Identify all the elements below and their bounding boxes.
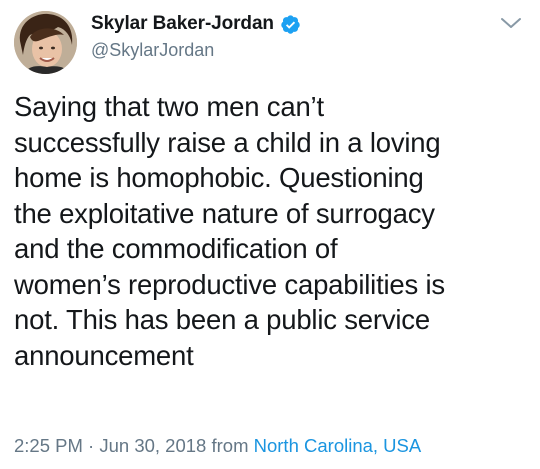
tweet-text-line: Saying that two men can’t [14,91,324,122]
tweet-text-line: announcement [14,339,194,371]
verified-badge-icon [281,14,300,34]
from-label: from [211,435,249,456]
tweet-text-line: the exploitative nature of surrogacy [14,197,435,229]
location-link[interactable]: North Carolina, USA [254,435,422,456]
tweet-text-line: not. This has been a public service [14,304,430,335]
tweet-time[interactable]: 2:25 PM [14,435,83,456]
tweet-date[interactable]: Jun 30, 2018 [99,435,206,456]
tweet-card: Skylar Baker-Jordan @SkylarJordan Saying… [0,0,540,469]
user-handle[interactable]: @SkylarJordan [91,40,214,61]
tweet-text-line: and the commodification of [14,233,338,264]
avatar[interactable] [14,11,77,74]
chevron-down-icon[interactable] [500,16,522,30]
avatar-photo [14,11,77,74]
tweet-text-line: home is homophobic. Questioning [14,162,424,193]
tweet-text-line: women’s reproductive capabilities is [14,268,445,300]
tweet-text: Saying that two men can’t successfully r… [14,89,529,373]
display-name-row: Skylar Baker-Jordan [91,12,301,36]
tweet-text-line: successfully raise a child in a loving [14,126,441,158]
meta-separator: · [88,435,95,456]
tweet-metadata: 2:25 PM · Jun 30, 2018 from North Caroli… [14,435,421,457]
display-name[interactable]: Skylar Baker-Jordan [91,13,274,35]
